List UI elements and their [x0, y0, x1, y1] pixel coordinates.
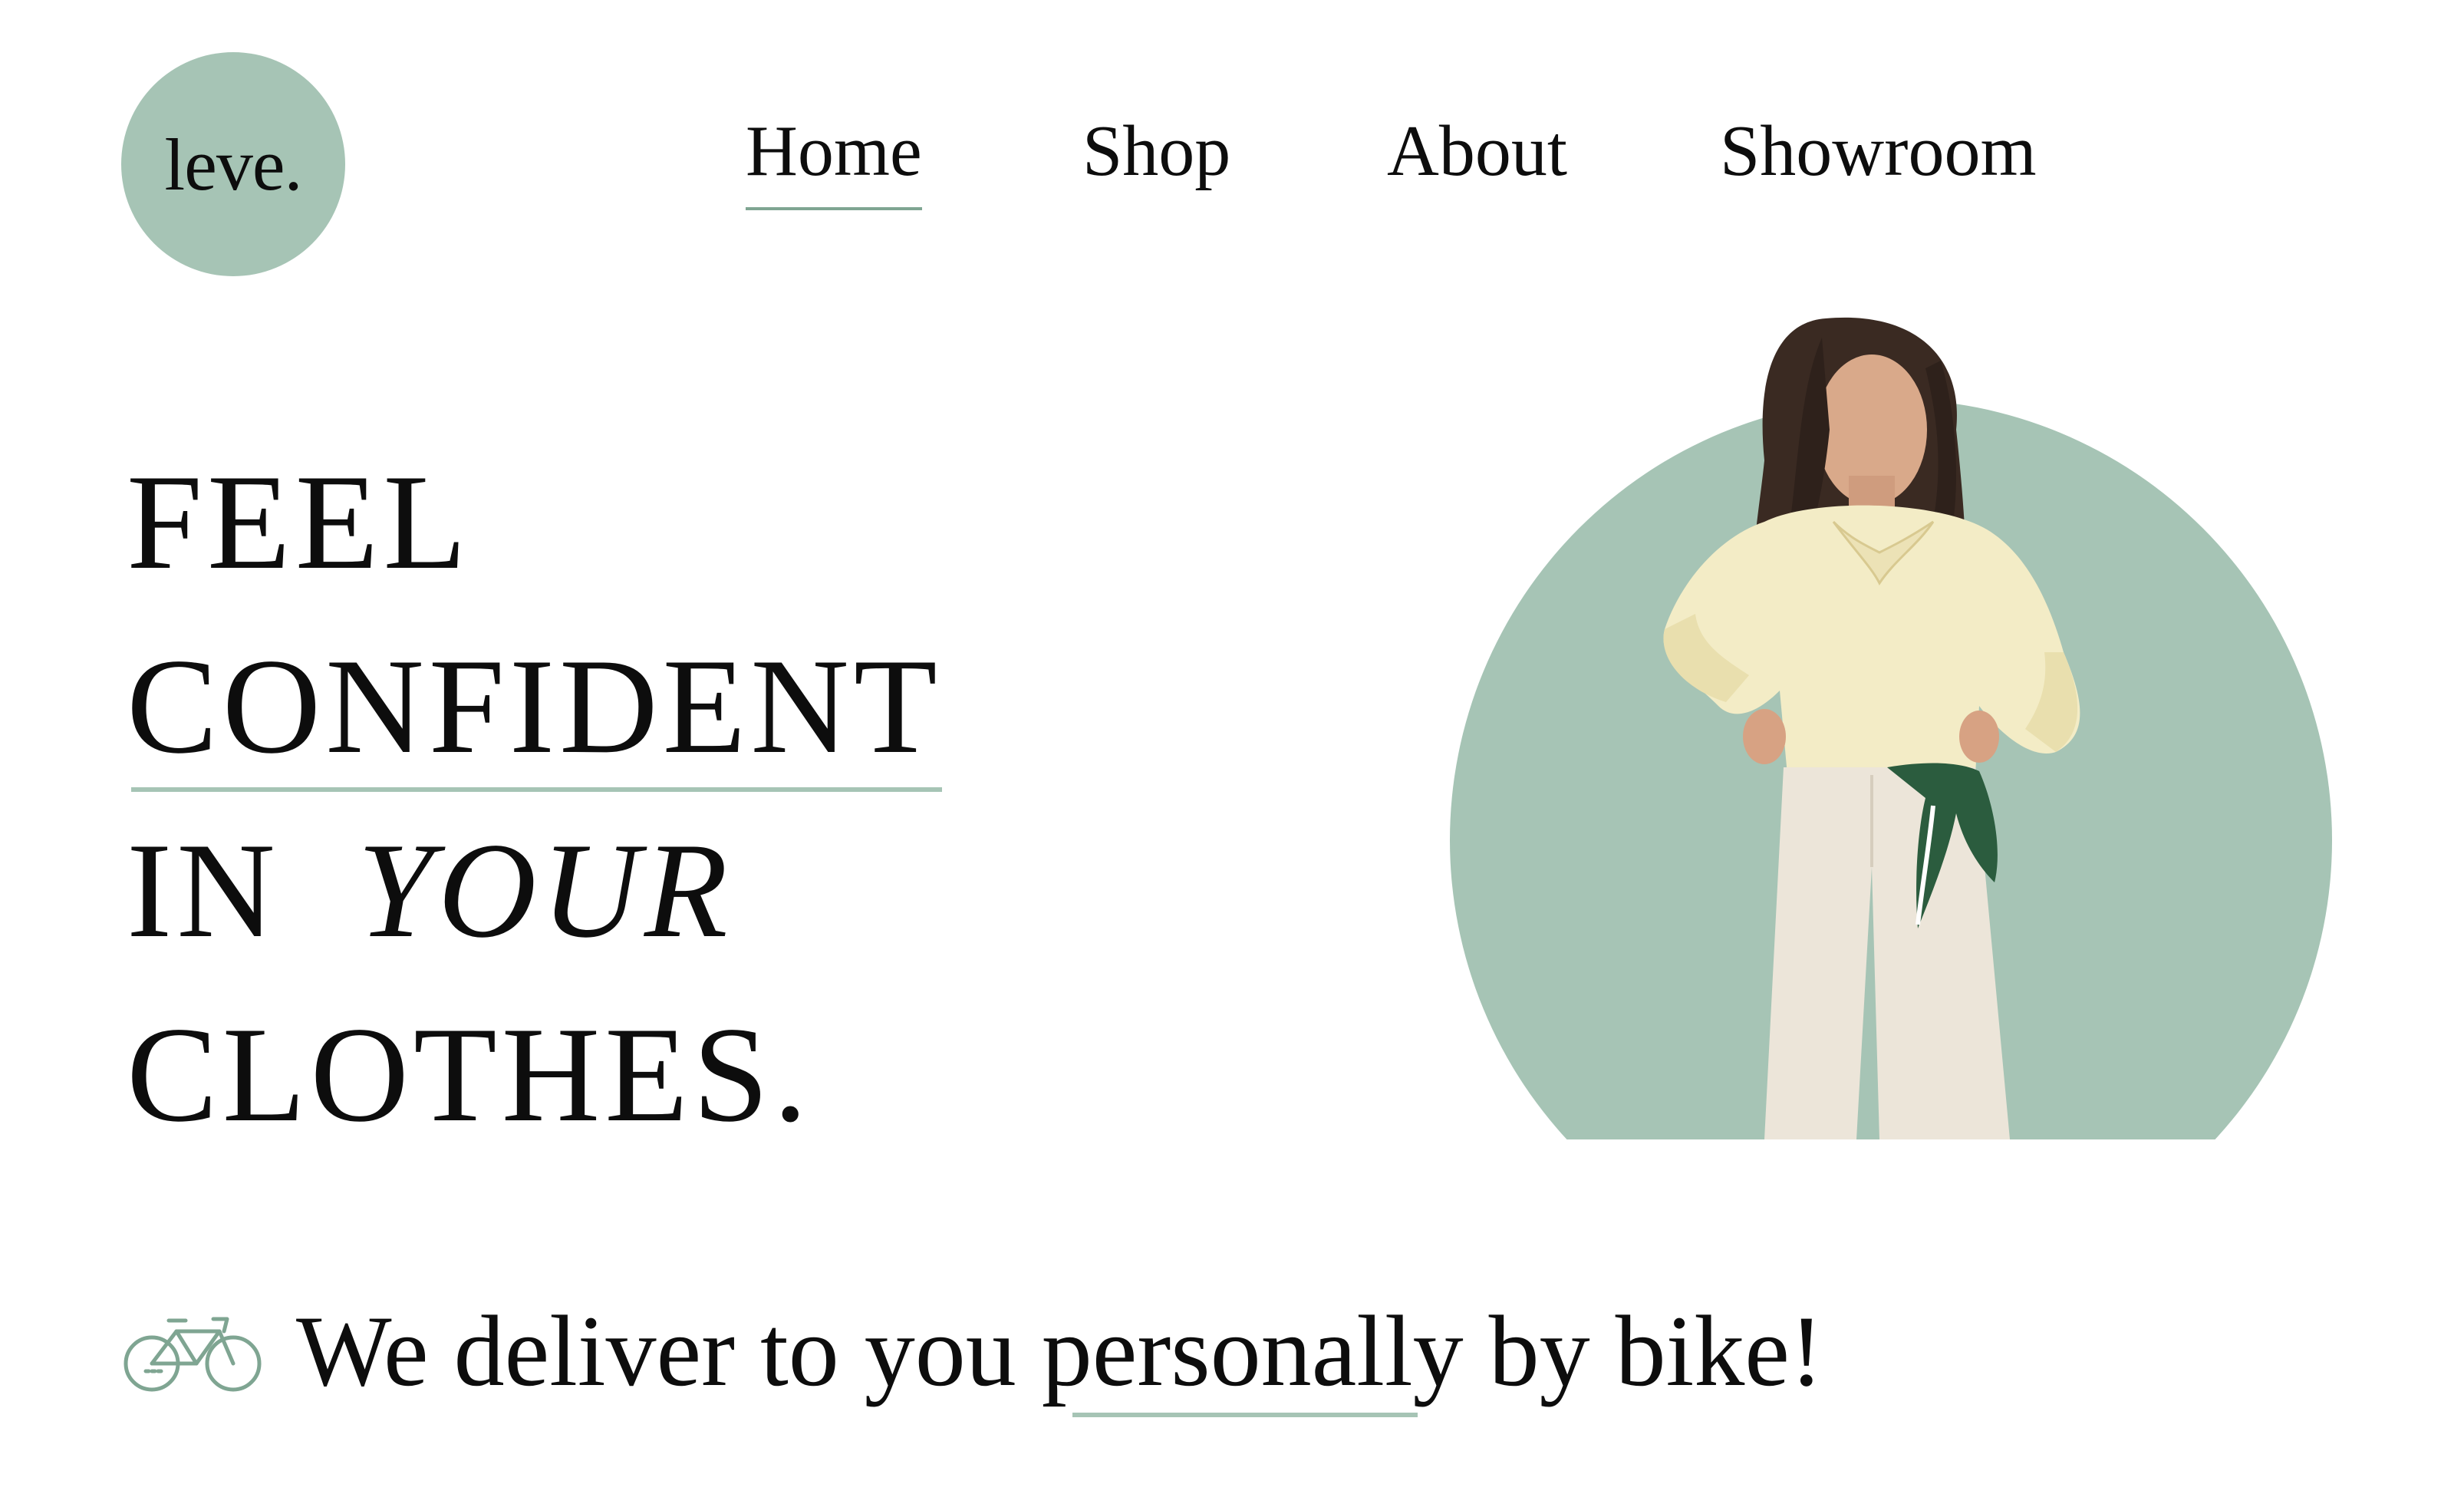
delivery-text: We deliver to you personally by bike! [296, 1294, 1823, 1417]
delivery-tagline: We deliver to you personally by bike! [123, 1294, 1823, 1417]
delivery-text-end: by bike! [1463, 1294, 1823, 1407]
delivery-text-start: We deliver to you [296, 1294, 1042, 1407]
model-photo [1663, 317, 2080, 1139]
bike-icon [124, 1317, 262, 1392]
hero-visual [0, 0, 2464, 1139]
delivery-underlined-word: personally [1041, 1294, 1464, 1417]
